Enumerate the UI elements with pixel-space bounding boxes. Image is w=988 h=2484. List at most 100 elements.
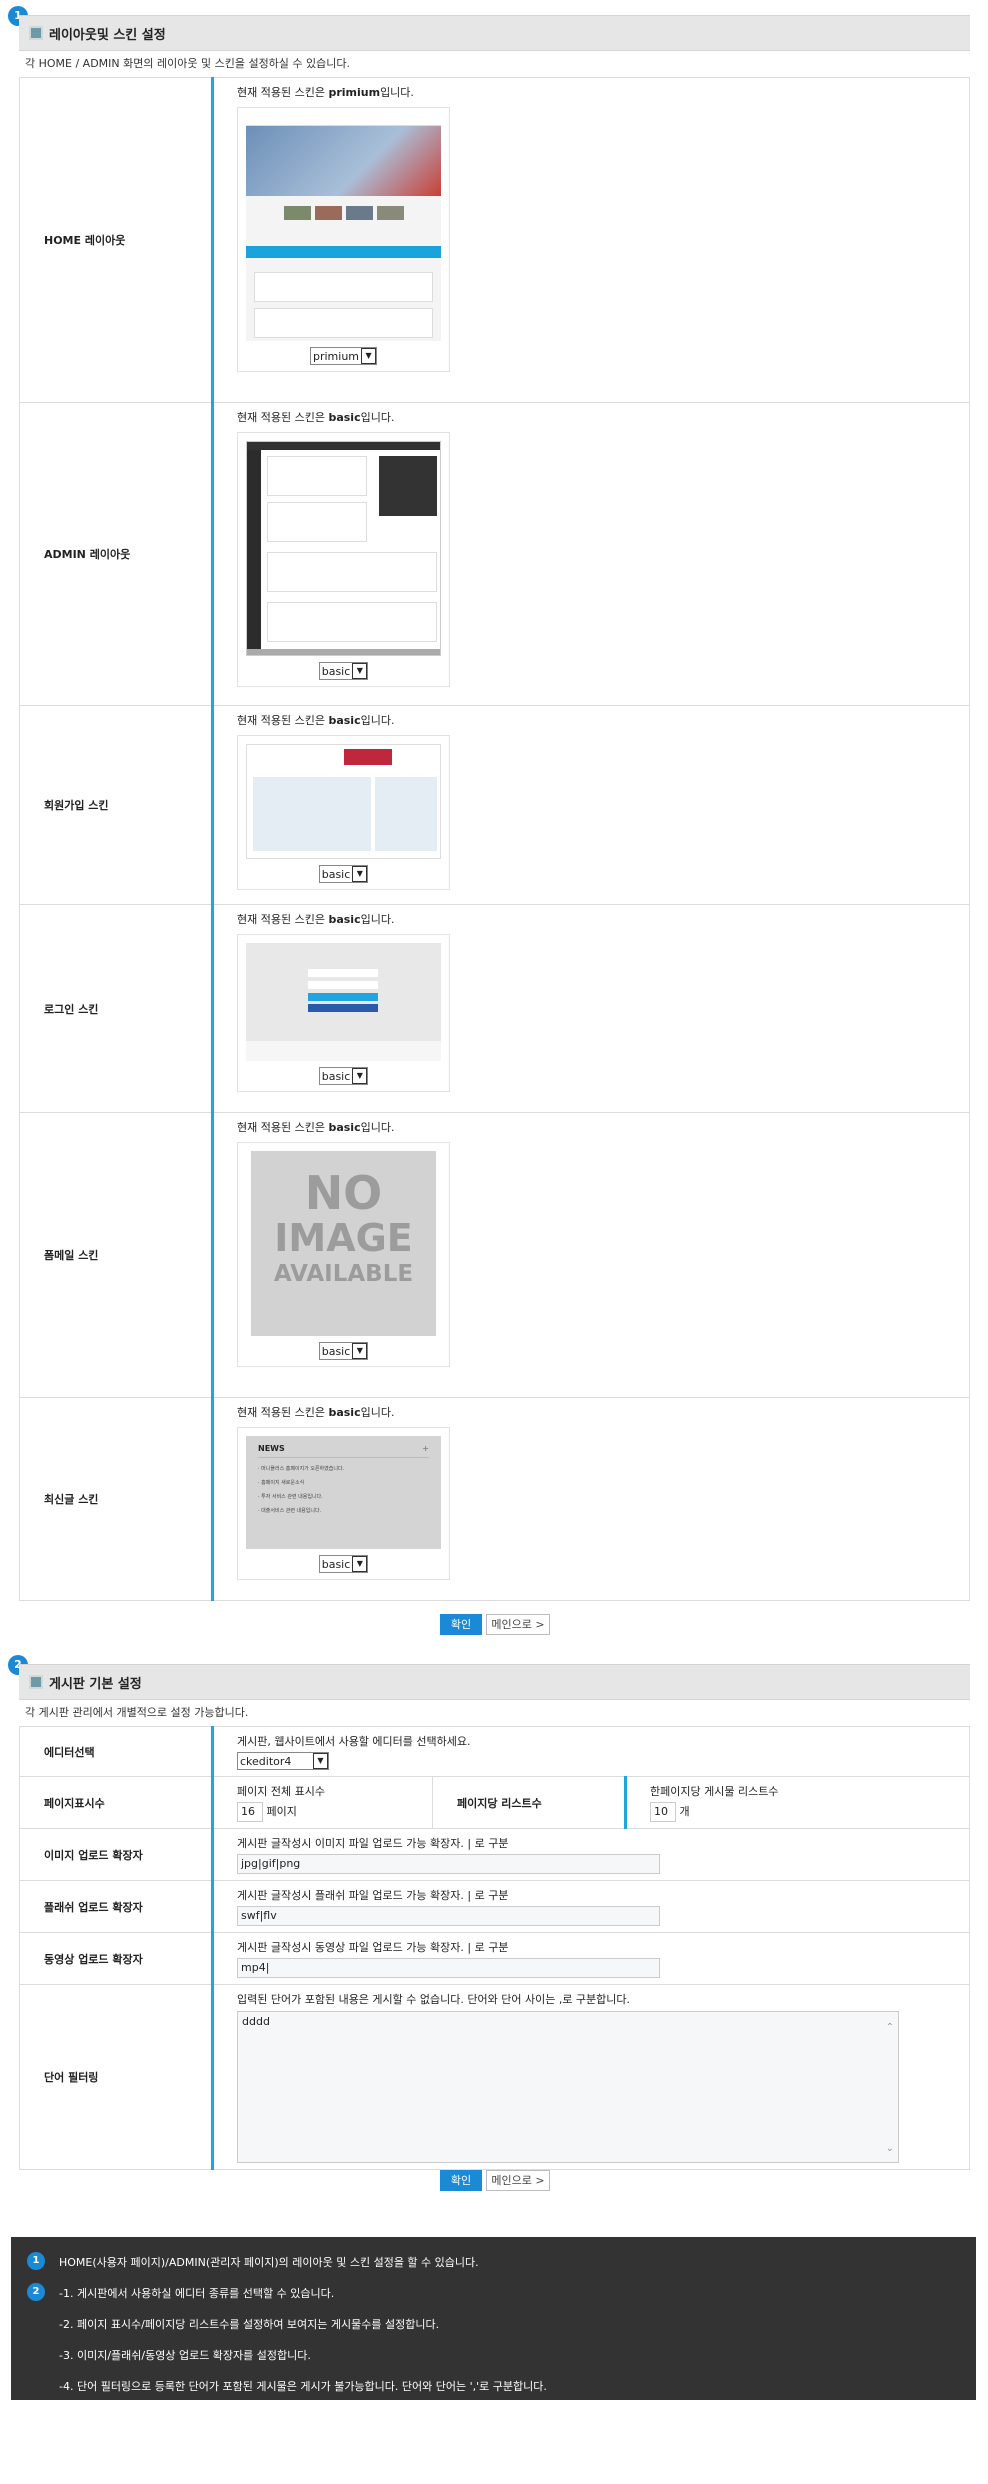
editor-help: 게시판, 웹사이트에서 사용할 에디터를 선택하세요. [237, 1735, 471, 1748]
square-bullet-icon [29, 26, 43, 40]
confirm-button[interactable]: 확인 [440, 1614, 482, 1635]
board-settings-table: 에디터선택 게시판, 웹사이트에서 사용할 에디터를 선택하세요. ckedit… [19, 1726, 970, 2170]
current-skin-text: 현재 적용된 스킨은 primium입니다. [237, 86, 414, 99]
row-label: HOME 레이아웃 [19, 77, 214, 403]
home-skin-select[interactable]: primium ▼ [309, 347, 378, 365]
chevron-down-icon: ▼ [352, 663, 368, 679]
section1-buttons: 확인 메인으로 > [440, 1614, 550, 1635]
section-description: 각 HOME / ADMIN 화면의 레이아웃 및 스킨을 설정하실 수 있습니… [25, 57, 351, 70]
row-label: 플래쉬 업로드 확장자 [19, 1880, 214, 1933]
skin-preview-card: basic ▼ [237, 432, 450, 687]
current-skin-text: 현재 적용된 스킨은 basic입니다. [237, 1406, 395, 1419]
current-skin-text: 현재 적용된 스킨은 basic입니다. [237, 913, 395, 926]
skin-row-latest: 최신글 스킨 현재 적용된 스킨은 basic입니다. NEWS + · 머니플러… [19, 1397, 970, 1601]
row-label: 페이지당 리스트수 [432, 1776, 627, 1829]
admin-skin-thumbnail [246, 441, 441, 656]
chevron-down-icon: ▼ [352, 1343, 368, 1359]
current-skin-text: 현재 적용된 스킨은 basic입니다. [237, 411, 395, 424]
section-header: 게시판 기본 설정 [19, 1664, 970, 1700]
help-line: HOME(사용자 페이지)/ADMIN(관리자 페이지)의 레이아웃 및 스킨 … [59, 2256, 479, 2269]
skin-row-formmail: 폼메일 스킨 현재 적용된 스킨은 basic입니다. NO IMAGE AVA… [19, 1112, 970, 1398]
row-label: 최신글 스킨 [19, 1397, 214, 1601]
skin-row-join: 회원가입 스킨 현재 적용된 스킨은 basic입니다. basic ▼ [19, 705, 970, 905]
skin-row-login: 로그인 스킨 현재 적용된 스킨은 basic입니다. basic ▼ [19, 904, 970, 1113]
flash-ext-help: 게시판 글작성시 플래쉬 파일 업로드 가능 확장자. | 로 구분 [237, 1889, 509, 1902]
list-count-unit: 개 [679, 1805, 690, 1818]
row-label: 페이지표시수 [19, 1776, 214, 1829]
section2-buttons: 확인 메인으로 > [440, 2170, 550, 2191]
confirm-button[interactable]: 확인 [440, 2170, 482, 2191]
current-skin-text: 현재 적용된 스킨은 basic입니다. [237, 714, 395, 727]
login-skin-select[interactable]: basic ▼ [318, 1067, 369, 1085]
skin-preview-card: NO IMAGE AVAILABLE basic ▼ [237, 1142, 450, 1367]
row-label: 폼메일 스킨 [19, 1112, 214, 1398]
admin-skin-select[interactable]: basic ▼ [318, 662, 369, 680]
list-count-help: 한페이지당 게시물 리스트수 [650, 1785, 779, 1798]
page-count-help: 페이지 전체 표시수 [237, 1785, 325, 1798]
section-title: 게시판 기본 설정 [49, 1676, 142, 1692]
image-ext-help: 게시판 글작성시 이미지 파일 업로드 가능 확장자. | 로 구분 [237, 1837, 509, 1850]
video-ext-input[interactable]: mp4| [237, 1958, 660, 1978]
section-title: 레이아웃및 스킨 설정 [49, 27, 166, 43]
skin-row-admin: ADMIN 레이아웃 현재 적용된 스킨은 basic입니다. basic ▼ [19, 402, 970, 706]
help-badge-1: 1 [27, 2252, 45, 2270]
row-label: 단어 필터링 [19, 1984, 214, 2170]
current-skin-text: 현재 적용된 스킨은 basic입니다. [237, 1121, 395, 1134]
skin-table: HOME 레이아웃 현재 적용된 스킨은 primium입니다. primium… [19, 77, 970, 1601]
chevron-down-icon: ▼ [352, 866, 368, 882]
login-skin-thumbnail [246, 943, 441, 1061]
page-count-input[interactable]: 16 [237, 1802, 263, 1822]
row-label: 이미지 업로드 확장자 [19, 1828, 214, 1881]
word-filter-textarea[interactable]: dddd ⌃ ⌄ [237, 2011, 899, 2163]
help-badge-2: 2 [27, 2283, 45, 2301]
chevron-down-icon: ▼ [352, 1556, 368, 1572]
news-title: NEWS [258, 1444, 285, 1453]
skin-preview-card: basic ▼ [237, 934, 450, 1092]
skin-preview-card: NEWS + · 머니플러스 홈페이지가 오픈하였습니다. · 홈페이지 새로운소… [237, 1427, 450, 1580]
page-count-unit: 페이지 [266, 1805, 297, 1818]
layout-skin-section: 레이아웃및 스킨 설정 각 HOME / ADMIN 화면의 레이아웃 및 스킨… [19, 15, 970, 1601]
video-ext-help: 게시판 글작성시 동영상 파일 업로드 가능 확장자. | 로 구분 [237, 1941, 509, 1954]
plus-icon: + [422, 1444, 429, 1453]
video-ext-row: 동영상 업로드 확장자 게시판 글작성시 동영상 파일 업로드 가능 확장자. … [19, 1932, 970, 1985]
skin-preview-card: primium ▼ [237, 107, 450, 372]
square-bullet-icon [29, 1675, 43, 1689]
skin-row-home: HOME 레이아웃 현재 적용된 스킨은 primium입니다. primium… [19, 77, 970, 403]
list-count-input[interactable]: 10 [650, 1802, 676, 1822]
paging-row: 페이지표시수 페이지 전체 표시수 16 페이지 페이지당 리스트수 한페이지당… [19, 1776, 970, 1829]
row-label: 에디터선택 [19, 1726, 214, 1777]
chevron-down-icon: ▼ [361, 348, 377, 364]
word-filter-help: 입력된 단어가 포함된 내용은 게시할 수 없습니다. 단어와 단어 사이는 ,… [237, 1993, 631, 2006]
editor-select[interactable]: ckeditor4 ▼ [237, 1752, 329, 1770]
board-settings-section: 게시판 기본 설정 각 게시판 관리에서 개별적으로 설정 가능합니다. 에디터… [19, 1664, 970, 2170]
chevron-down-icon: ▼ [352, 1068, 368, 1084]
section-description: 각 게시판 관리에서 개별적으로 설정 가능합니다. [25, 1706, 249, 1719]
flash-ext-row: 플래쉬 업로드 확장자 게시판 글작성시 플래쉬 파일 업로드 가능 확장자. … [19, 1880, 970, 1933]
main-link-button[interactable]: 메인으로 > [486, 2170, 550, 2191]
row-label: 회원가입 스킨 [19, 705, 214, 905]
home-skin-thumbnail [246, 116, 441, 341]
formmail-skin-select[interactable]: basic ▼ [318, 1342, 369, 1360]
scroll-up-icon[interactable]: ⌃ [886, 2022, 894, 2033]
main-link-button[interactable]: 메인으로 > [486, 1614, 550, 1635]
chevron-down-icon: ▼ [313, 1753, 328, 1769]
flash-ext-input[interactable]: swf|flv [237, 1906, 660, 1926]
latest-skin-select[interactable]: basic ▼ [318, 1555, 369, 1573]
news-skin-thumbnail: NEWS + · 머니플러스 홈페이지가 오픈하였습니다. · 홈페이지 새로운소… [246, 1436, 441, 1549]
row-label: 동영상 업로드 확장자 [19, 1932, 214, 1985]
help-box: 1 HOME(사용자 페이지)/ADMIN(관리자 페이지)의 레이아웃 및 스… [11, 2237, 976, 2400]
row-label: ADMIN 레이아웃 [19, 402, 214, 706]
scroll-down-icon[interactable]: ⌄ [886, 2143, 894, 2154]
editor-row: 에디터선택 게시판, 웹사이트에서 사용할 에디터를 선택하세요. ckedit… [19, 1726, 970, 1777]
join-skin-select[interactable]: basic ▼ [318, 865, 369, 883]
no-image-placeholder: NO IMAGE AVAILABLE [251, 1151, 436, 1336]
help-line: -3. 이미지/플래쉬/동영상 업로드 확장자를 설정합니다. [59, 2349, 311, 2362]
help-line: -1. 게시판에서 사용하실 에디터 종류를 선택할 수 있습니다. [59, 2287, 335, 2300]
image-ext-row: 이미지 업로드 확장자 게시판 글작성시 이미지 파일 업로드 가능 확장자. … [19, 1828, 970, 1881]
section-header: 레이아웃및 스킨 설정 [19, 15, 970, 51]
image-ext-input[interactable]: jpg|gif|png [237, 1854, 660, 1874]
help-line: -2. 페이지 표시수/페이지당 리스트수를 설정하여 보여지는 게시물수를 설… [59, 2318, 440, 2331]
help-line: -4. 단어 필터링으로 등록한 단어가 포함된 게시물은 게시가 불가능합니다… [59, 2380, 547, 2393]
skin-preview-card: basic ▼ [237, 735, 450, 890]
row-label: 로그인 스킨 [19, 904, 214, 1113]
